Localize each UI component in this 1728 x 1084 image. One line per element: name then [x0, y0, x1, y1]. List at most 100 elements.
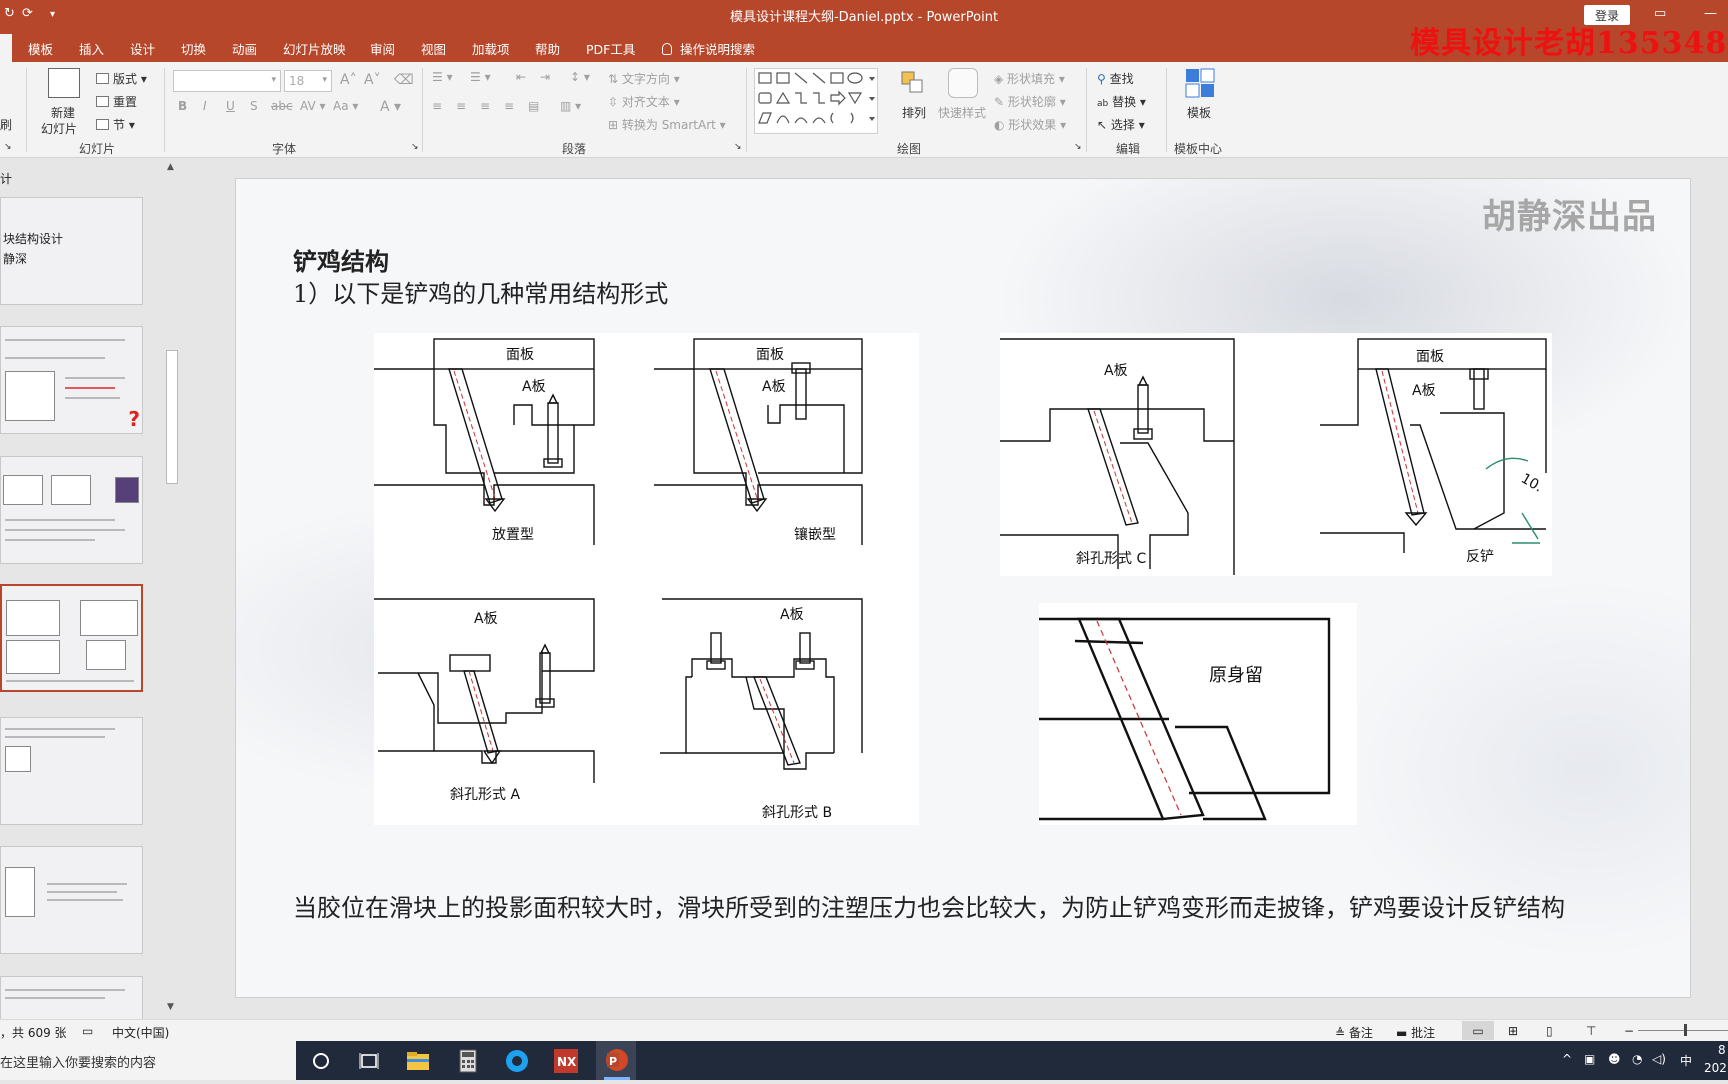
slide-body-text[interactable]: 当胶位在滑块上的投影面积较大时，滑块所受到的注塑压力也会比较大，为防止铲鸡变形而…: [293, 893, 1653, 923]
volume-icon[interactable]: ◁): [1652, 1052, 1666, 1066]
zoom-slider-handle[interactable]: [1684, 1024, 1687, 1036]
slide-thumbnail-selected[interactable]: [0, 584, 143, 692]
tab-insert[interactable]: 插入: [79, 39, 104, 58]
calculator-icon[interactable]: [455, 1048, 481, 1074]
figure-wedge-types[interactable]: 面板 A板 放置型 面板 A板 镶嵌型 A板 斜孔形式 A A板 斜孔形式 B: [374, 333, 919, 825]
scroll-down-icon[interactable]: ▼: [167, 1002, 174, 1012]
tab-transitions[interactable]: 切换: [181, 39, 206, 58]
align-right-icon[interactable]: ≡: [480, 99, 490, 113]
scroll-up-icon[interactable]: ▲: [167, 162, 174, 172]
clipboard-launcher-icon[interactable]: ↘: [4, 142, 12, 152]
ime-indicator[interactable]: 中: [1680, 1052, 1692, 1069]
arrange-button[interactable]: 排列: [902, 104, 926, 121]
figure-original-body[interactable]: 原身留: [1039, 603, 1357, 825]
slide-sorter-icon[interactable]: ⊞: [1508, 1024, 1518, 1038]
tab-templates[interactable]: 模板: [28, 39, 53, 58]
text-direction-button[interactable]: ⇅ 文字方向 ▾: [608, 70, 680, 87]
tab-help[interactable]: 帮助: [535, 39, 560, 58]
tab-addins[interactable]: 加载项: [472, 39, 510, 58]
italic-icon[interactable]: I: [203, 99, 207, 113]
align-left-icon[interactable]: ≡: [432, 99, 442, 113]
find-button[interactable]: ⚲ 查找: [1097, 70, 1134, 87]
slide-canvas[interactable]: 胡静深出品 铲鸡结构 1）以下是铲鸡的几种常用结构形式 面板 A板 放置型 面板…: [235, 178, 1691, 998]
tab-home[interactable]: [0, 34, 12, 62]
tab-pdf-tools[interactable]: PDF工具: [586, 39, 635, 58]
change-case-icon[interactable]: Aa ▾: [333, 99, 358, 113]
underline-icon[interactable]: U: [226, 99, 235, 113]
slide-heading[interactable]: 铲鸡结构: [293, 242, 389, 277]
paragraph-launcher-icon[interactable]: ↘: [734, 142, 742, 152]
panel-scrollbar[interactable]: ▲ ▼: [164, 160, 180, 1016]
shrink-font-icon[interactable]: A˅: [364, 72, 381, 88]
cortana-icon[interactable]: [308, 1048, 334, 1074]
clock-date[interactable]: 202: [1704, 1061, 1727, 1075]
slide-thumbnail[interactable]: [0, 717, 143, 825]
font-size-combo[interactable]: 18 ▾: [284, 70, 332, 92]
comments-button[interactable]: ▬ 批注: [1396, 1024, 1435, 1041]
quick-styles-button[interactable]: 快速样式: [938, 104, 986, 121]
slide-thumbnail[interactable]: ?: [0, 326, 143, 434]
select-button[interactable]: ↖ 选择 ▾: [1097, 116, 1145, 133]
file-explorer-icon[interactable]: [405, 1048, 431, 1074]
numbering-icon[interactable]: ☰ ▾: [470, 70, 491, 84]
layout-button[interactable]: 版式 ▾: [96, 70, 147, 87]
notes-button[interactable]: ≜ 备注: [1335, 1024, 1373, 1041]
nx-app-icon[interactable]: NX: [553, 1048, 579, 1074]
font-color-icon[interactable]: A ▾: [380, 99, 401, 115]
template-button[interactable]: 模板: [1187, 104, 1211, 121]
font-name-combo[interactable]: ▾: [173, 70, 281, 92]
slideshow-icon[interactable]: ⊤: [1586, 1024, 1596, 1038]
character-spacing-icon[interactable]: AV ▾: [300, 99, 326, 113]
columns-icon[interactable]: ▥ ▾: [560, 99, 581, 113]
shape-effects-button[interactable]: ◐ 形状效果 ▾: [994, 116, 1066, 133]
tray-expand-icon[interactable]: ^: [1562, 1052, 1572, 1066]
shape-outline-button[interactable]: ✎ 形状轮廓 ▾: [994, 93, 1066, 110]
tell-me-search[interactable]: 操作说明搜索: [662, 39, 755, 58]
task-view-icon[interactable]: [356, 1048, 382, 1074]
normal-view-icon[interactable]: ▭: [1462, 1021, 1494, 1040]
increase-indent-icon[interactable]: ⇥: [540, 70, 550, 84]
new-slide-button-line2[interactable]: 幻灯片: [41, 120, 77, 137]
figure-wedge-type-c-reverse[interactable]: A板 斜孔形式 C 面板 A板 10. 反铲: [1000, 333, 1552, 576]
zoom-slider[interactable]: [1638, 1030, 1728, 1031]
distributed-icon[interactable]: ▤: [528, 99, 539, 113]
taskbar-search-box[interactable]: 在这里输入你要搜索的内容: [0, 1041, 296, 1080]
powerpoint-taskbar-button[interactable]: P: [596, 1041, 636, 1080]
slide-thumbnail[interactable]: 块结构设计 静深: [0, 197, 143, 305]
shape-fill-button[interactable]: ◈ 形状填充 ▾: [994, 70, 1065, 87]
justify-icon[interactable]: ≡: [504, 99, 514, 113]
network-icon[interactable]: ◔: [1632, 1052, 1642, 1066]
format-painter-partial[interactable]: 刷: [0, 116, 12, 133]
zoom-out-icon[interactable]: −: [1624, 1024, 1634, 1038]
tab-animations[interactable]: 动画: [232, 39, 257, 58]
tray-qq-icon[interactable]: ☻: [1608, 1052, 1621, 1066]
line-spacing-icon[interactable]: ↕ ▾: [570, 70, 590, 84]
section-button[interactable]: 节 ▾: [96, 116, 135, 133]
tab-view[interactable]: 视图: [421, 39, 446, 58]
browser-icon[interactable]: [504, 1048, 530, 1074]
shapes-gallery[interactable]: [754, 68, 878, 134]
clear-formatting-icon[interactable]: ⌫: [394, 72, 414, 88]
slide-thumbnail[interactable]: [0, 456, 143, 564]
convert-smartart-button[interactable]: ⊞ 转换为 SmartArt ▾: [608, 116, 726, 133]
reset-button[interactable]: 重置: [96, 93, 137, 110]
slide-subheading[interactable]: 1）以下是铲鸡的几种常用结构形式: [293, 274, 668, 309]
spellcheck-icon[interactable]: ▭: [82, 1024, 93, 1038]
tab-design[interactable]: 设计: [130, 39, 155, 58]
clock-time[interactable]: 8: [1718, 1043, 1726, 1057]
font-launcher-icon[interactable]: ↘: [411, 142, 419, 152]
new-slide-button[interactable]: 新建: [51, 104, 75, 121]
decrease-indent-icon[interactable]: ⇤: [516, 70, 526, 84]
slide-thumbnail[interactable]: [0, 846, 143, 954]
drawing-launcher-icon[interactable]: ↘: [1074, 142, 1082, 152]
strikethrough-icon[interactable]: abc: [271, 99, 293, 113]
grow-font-icon[interactable]: A˄: [340, 72, 357, 88]
align-text-button[interactable]: ⇳ 对齐文本 ▾: [608, 93, 680, 110]
tab-slideshow[interactable]: 幻灯片放映: [283, 39, 346, 58]
tray-app-icon[interactable]: ▣: [1584, 1052, 1595, 1066]
bold-icon[interactable]: B: [178, 99, 187, 113]
language-indicator[interactable]: 中文(中国): [112, 1024, 169, 1041]
align-center-icon[interactable]: ≡: [456, 99, 466, 113]
bullets-icon[interactable]: ☰ ▾: [432, 70, 453, 84]
text-shadow-icon[interactable]: S: [250, 99, 258, 113]
